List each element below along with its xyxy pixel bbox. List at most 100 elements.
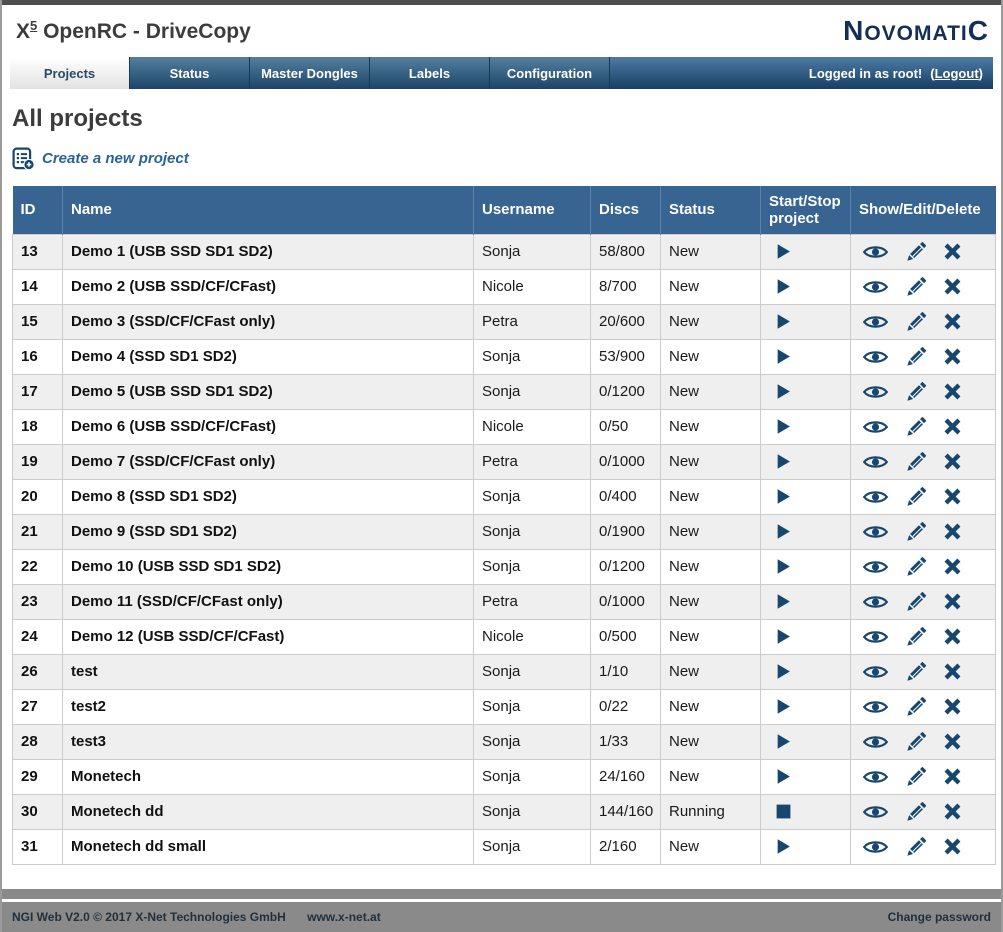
start-project-button[interactable] <box>775 663 792 680</box>
start-project-button[interactable] <box>775 838 792 855</box>
show-project-button[interactable] <box>863 384 888 400</box>
play-icon <box>775 593 792 610</box>
edit-project-button[interactable] <box>905 696 927 718</box>
start-project-button[interactable] <box>775 558 792 575</box>
delete-project-button[interactable] <box>944 733 961 750</box>
show-project-button[interactable] <box>863 629 888 645</box>
delete-project-button[interactable] <box>944 838 961 855</box>
delete-project-button[interactable] <box>944 558 961 575</box>
main-content: All projects Create a new project ID <box>2 105 1001 865</box>
start-project-button[interactable] <box>775 453 792 470</box>
edit-project-button[interactable] <box>905 241 927 263</box>
show-project-button[interactable] <box>863 524 888 540</box>
edit-project-button[interactable] <box>905 451 927 473</box>
edit-project-button[interactable] <box>905 486 927 508</box>
edit-project-button[interactable] <box>905 346 927 368</box>
delete-project-button[interactable] <box>944 453 961 470</box>
pencil-icon <box>905 486 927 508</box>
delete-project-button[interactable] <box>944 803 961 820</box>
delete-project-button[interactable] <box>944 768 961 785</box>
create-project-icon[interactable] <box>12 147 35 170</box>
delete-project-button[interactable] <box>944 243 961 260</box>
footer-site-link[interactable]: www.x-net.at <box>307 910 381 924</box>
show-project-button[interactable] <box>863 419 888 435</box>
project-username: Sonja <box>474 654 591 689</box>
start-project-button[interactable] <box>775 733 792 750</box>
show-project-button[interactable] <box>863 314 888 330</box>
delete-project-button[interactable] <box>944 698 961 715</box>
start-project-button[interactable] <box>775 523 792 540</box>
show-project-button[interactable] <box>863 769 888 785</box>
edit-project-button[interactable] <box>905 381 927 403</box>
project-username: Sonja <box>474 759 591 794</box>
show-project-button[interactable] <box>863 804 888 820</box>
delete-project-button[interactable] <box>944 593 961 610</box>
delete-project-button[interactable] <box>944 383 961 400</box>
edit-project-button[interactable] <box>905 311 927 333</box>
tab-master-dongles[interactable]: Master Dongles <box>250 57 370 89</box>
table-header-row: ID Name Username Discs Status Start/Stop… <box>13 186 996 234</box>
start-project-button[interactable] <box>775 313 792 330</box>
table-row: 15 Demo 3 (SSD/CF/CFast only) Petra 20/6… <box>13 304 996 339</box>
project-name: Monetech <box>63 759 474 794</box>
start-project-button[interactable] <box>775 768 792 785</box>
edit-project-button[interactable] <box>905 661 927 683</box>
logout-link[interactable]: Logout <box>935 66 979 81</box>
start-project-button[interactable] <box>775 628 792 645</box>
edit-project-button[interactable] <box>905 556 927 578</box>
delete-project-button[interactable] <box>944 488 961 505</box>
start-project-button[interactable] <box>775 593 792 610</box>
footer-left: NGI Web V2.0 © 2017 X-Net Technologies G… <box>12 910 381 924</box>
edit-project-button[interactable] <box>905 836 927 858</box>
pencil-icon <box>905 661 927 683</box>
eye-icon <box>863 664 888 680</box>
show-project-button[interactable] <box>863 489 888 505</box>
show-project-button[interactable] <box>863 559 888 575</box>
table-row: 29 Monetech Sonja 24/160 New <box>13 759 996 794</box>
edit-project-button[interactable] <box>905 521 927 543</box>
show-project-button[interactable] <box>863 279 888 295</box>
create-project-link[interactable]: Create a new project <box>42 150 189 167</box>
start-project-button[interactable] <box>775 348 792 365</box>
edit-project-button[interactable] <box>905 626 927 648</box>
show-project-button[interactable] <box>863 734 888 750</box>
tab-configuration[interactable]: Configuration <box>490 57 610 89</box>
start-project-button[interactable] <box>775 698 792 715</box>
tab-status[interactable]: Status <box>130 57 250 89</box>
start-project-button[interactable] <box>775 488 792 505</box>
show-project-button[interactable] <box>863 699 888 715</box>
delete-project-button[interactable] <box>944 278 961 295</box>
stop-project-button[interactable] <box>775 803 792 820</box>
project-name: Demo 8 (SSD SD1 SD2) <box>63 479 474 514</box>
project-status: New <box>661 584 761 619</box>
edit-project-button[interactable] <box>905 766 927 788</box>
show-project-button[interactable] <box>863 594 888 610</box>
show-project-button[interactable] <box>863 454 888 470</box>
show-project-button[interactable] <box>863 349 888 365</box>
edit-project-button[interactable] <box>905 731 927 753</box>
delete-project-button[interactable] <box>944 348 961 365</box>
pencil-icon <box>905 451 927 473</box>
start-project-button[interactable] <box>775 278 792 295</box>
edit-project-button[interactable] <box>905 591 927 613</box>
project-name: Demo 11 (SSD/CF/CFast only) <box>63 584 474 619</box>
start-project-button[interactable] <box>775 243 792 260</box>
start-project-button[interactable] <box>775 383 792 400</box>
table-row: 20 Demo 8 (SSD SD1 SD2) Sonja 0/400 New <box>13 479 996 514</box>
edit-project-button[interactable] <box>905 801 927 823</box>
change-password-link[interactable]: Change password <box>888 910 991 924</box>
delete-project-button[interactable] <box>944 313 961 330</box>
start-project-button[interactable] <box>775 418 792 435</box>
delete-project-button[interactable] <box>944 663 961 680</box>
delete-project-button[interactable] <box>944 418 961 435</box>
show-project-button[interactable] <box>863 664 888 680</box>
show-project-button[interactable] <box>863 839 888 855</box>
edit-project-button[interactable] <box>905 276 927 298</box>
table-row: 31 Monetech dd small Sonja 2/160 New <box>13 829 996 864</box>
tab-labels[interactable]: Labels <box>370 57 490 89</box>
tab-projects[interactable]: Projects <box>10 57 130 89</box>
delete-project-button[interactable] <box>944 628 961 645</box>
delete-project-button[interactable] <box>944 523 961 540</box>
edit-project-button[interactable] <box>905 416 927 438</box>
show-project-button[interactable] <box>863 244 888 260</box>
